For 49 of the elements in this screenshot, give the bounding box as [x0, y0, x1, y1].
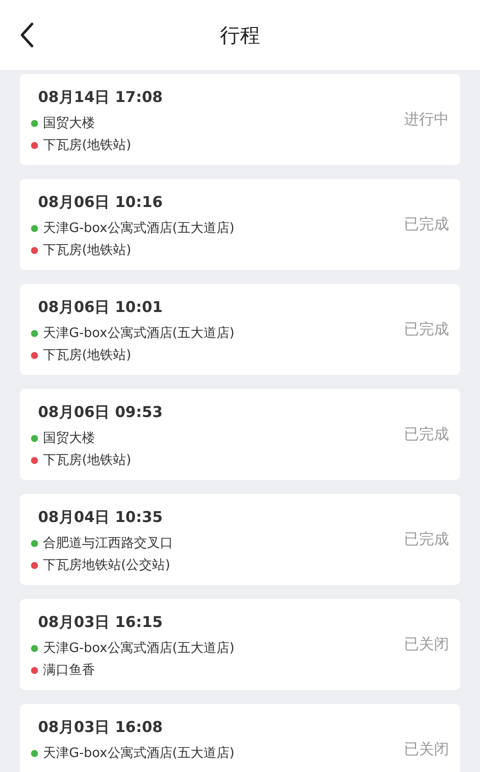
trip-card[interactable]: 08月04日 10:35 合肥道与江西路交叉口 下瓦房地铁站(公交站) 已完成 [20, 494, 460, 585]
trip-status: 已完成 [404, 425, 449, 444]
origin-name: 国贸大楼 [43, 430, 95, 447]
destination-name: 下瓦房(地铁站) [43, 242, 132, 259]
destination-name: 下瓦房地铁站(公交站) [43, 557, 170, 574]
destination-dot [31, 666, 38, 674]
trip-status: 进行中 [404, 110, 449, 129]
origin-dot [31, 120, 38, 126]
trip-status: 已关闭 [404, 740, 449, 759]
trip-status: 已完成 [404, 215, 449, 234]
trip-card[interactable]: 08月03日 16:15 天津G-box公寓式酒店(五大道店) 满口鱼香 已关闭 [20, 599, 460, 690]
origin-dot [31, 224, 38, 232]
trip-time: 08月03日 16:15 [38, 613, 164, 632]
origin-name: 国贸大楼 [43, 115, 95, 132]
destination-name: 下瓦房(地铁站) [43, 347, 132, 364]
back-icon[interactable] [19, 22, 35, 48]
origin-name: 天津G-box公寓式酒店(五大道店) [43, 640, 234, 657]
destination-dot [31, 352, 38, 358]
origin-name: 天津G-box公寓式酒店(五大道店) [43, 745, 234, 762]
trip-card[interactable]: 08月14日 17:08 国贸大楼 下瓦房(地铁站) 进行中 [20, 74, 460, 165]
destination-dot [31, 562, 38, 568]
trip-card[interactable]: 08月03日 16:08 天津G-box公寓式酒店(五大道店) 已关闭 [20, 704, 460, 772]
trip-time: 08月04日 10:35 [38, 508, 164, 527]
trip-time: 08月03日 16:08 [38, 718, 164, 737]
trip-card[interactable]: 08月06日 09:53 国贸大楼 下瓦房(地铁站) 已完成 [20, 389, 460, 480]
destination-dot [31, 456, 38, 464]
origin-dot [31, 330, 38, 336]
trip-card[interactable]: 08月06日 10:01 天津G-box公寓式酒店(五大道店) 下瓦房(地铁站) 已完成 [20, 284, 460, 375]
trip-time: 08月14日 17:08 [38, 88, 164, 107]
trip-time: 08月06日 10:16 [38, 193, 164, 212]
trip-time: 08月06日 09:53 [38, 403, 164, 422]
trip-card[interactable]: 08月06日 10:16 天津G-box公寓式酒店(五大道店) 下瓦房(地铁站) 已完成 [20, 179, 460, 270]
destination-dot [31, 246, 38, 254]
trip-time: 08月06日 10:01 [38, 298, 164, 317]
origin-dot [31, 434, 38, 442]
page-title: 行程 [220, 22, 260, 48]
trip-status: 已完成 [404, 320, 449, 339]
origin-dot [31, 540, 38, 546]
destination-dot [31, 142, 38, 148]
origin-name: 合肥道与江西路交叉口 [43, 535, 173, 552]
origin-name: 天津G-box公寓式酒店(五大道店) [43, 220, 234, 237]
trip-status: 已关闭 [404, 635, 449, 654]
origin-dot [31, 750, 38, 756]
origin-name: 天津G-box公寓式酒店(五大道店) [43, 325, 234, 342]
destination-name: 下瓦房(地铁站) [43, 137, 132, 154]
destination-name: 满口鱼香 [43, 662, 95, 679]
destination-name: 下瓦房(地铁站) [43, 452, 132, 469]
trip-status: 已完成 [404, 530, 449, 549]
origin-dot [31, 644, 38, 652]
